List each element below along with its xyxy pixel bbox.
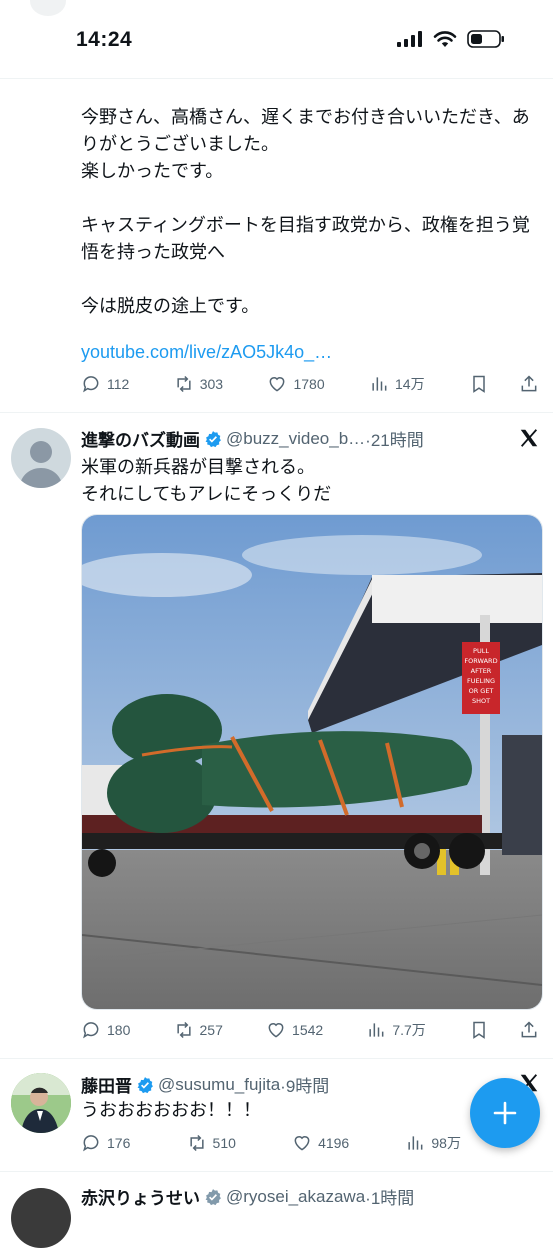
status-time: 14:24 xyxy=(76,28,133,51)
reply-count: 112 xyxy=(107,376,130,392)
reply-icon xyxy=(83,1022,99,1039)
like-icon xyxy=(294,1136,310,1151)
status-bar: 14:24 xyxy=(0,0,553,79)
tweet2-actions: 180 257 1542 7.7万 xyxy=(81,1018,539,1042)
views-button[interactable]: 98万 xyxy=(405,1133,461,1153)
timestamp[interactable]: ·9時間 xyxy=(280,1072,329,1097)
compose-plus-icon xyxy=(493,1101,517,1125)
compose-button[interactable] xyxy=(470,1078,540,1148)
avatar[interactable] xyxy=(11,428,71,488)
verified-icon xyxy=(205,430,221,447)
display-name[interactable]: 藤田晋 xyxy=(81,1072,132,1097)
views-button[interactable]: 7.7万 xyxy=(366,1020,426,1040)
tweet1-actions: 112 303 1780 14万 xyxy=(81,372,539,396)
verified-icon xyxy=(205,1188,221,1205)
timestamp[interactable]: ·1時間 xyxy=(365,1184,414,1209)
avatar[interactable] xyxy=(11,1188,71,1248)
x-logo-icon xyxy=(520,429,538,447)
timestamp[interactable]: ·21時間 xyxy=(365,426,424,451)
faded-header-icon xyxy=(30,0,66,16)
repost-icon xyxy=(189,1134,204,1152)
repost-button[interactable]: 257 xyxy=(174,1020,223,1040)
tweet2-text: 米軍の新兵器が目撃される。 それにしてもアレにそっくりだ xyxy=(81,457,332,505)
svg-text:OR GET: OR GET xyxy=(469,687,494,695)
tweet2-header: 進撃のバズ動画 @buzz_video_b… ·21時間 xyxy=(81,426,424,452)
battery-icon xyxy=(467,30,504,48)
handle[interactable]: @susumu_fujita xyxy=(158,1075,280,1095)
verified-icon xyxy=(137,1076,153,1093)
avatar[interactable] xyxy=(11,1073,71,1133)
views-icon xyxy=(372,377,387,391)
like-icon xyxy=(270,377,285,392)
sign-text: PULL xyxy=(473,647,489,655)
reply-button[interactable]: 180 xyxy=(81,1020,130,1040)
bookmark-icon[interactable] xyxy=(469,374,489,394)
like-count: 1542 xyxy=(292,1022,324,1038)
views-icon xyxy=(408,1136,423,1150)
share-icon[interactable] xyxy=(519,1020,539,1040)
tweet1-link[interactable]: youtube.com/live/zAO5Jk4o_… xyxy=(81,342,332,363)
divider xyxy=(0,1058,553,1059)
tweet4-header: 赤沢りょうせい @ryosei_akazawa ·1時間 xyxy=(81,1184,414,1210)
tweet3-header: 藤田晋 @susumu_fujita ·9時間 xyxy=(81,1072,329,1098)
like-button[interactable]: 1780 xyxy=(267,374,325,394)
reply-icon xyxy=(83,1135,99,1152)
like-icon xyxy=(268,1023,284,1038)
photo-avatar-icon xyxy=(11,1073,71,1133)
photo-truck-scene: PULL FORWARD AFTER FUELING OR GET SHOT xyxy=(82,515,542,1009)
svg-text:FORWARD: FORWARD xyxy=(464,657,497,665)
handle[interactable]: @buzz_video_b… xyxy=(226,429,365,449)
reply-count: 180 xyxy=(107,1022,131,1038)
tweet1-text: 今野さん、高橋さん、遅くまでお付き合いいただき、ありがとうございました。 楽しか… xyxy=(81,107,530,317)
repost-button[interactable]: 303 xyxy=(174,374,223,394)
wifi-icon xyxy=(433,31,457,47)
tweet3-text: うおおおおおお！！！ xyxy=(81,1100,261,1121)
views-count: 7.7万 xyxy=(392,1022,426,1038)
views-count: 98万 xyxy=(431,1135,461,1151)
repost-count: 303 xyxy=(199,376,224,392)
reply-icon xyxy=(83,376,99,393)
repost-icon xyxy=(176,1021,191,1039)
bookmark-icon[interactable] xyxy=(469,1020,489,1040)
display-name[interactable]: 赤沢りょうせい xyxy=(81,1184,200,1209)
display-name[interactable]: 進撃のバズ動画 xyxy=(81,426,200,451)
views-button[interactable]: 14万 xyxy=(369,374,425,394)
views-count: 14万 xyxy=(395,376,425,392)
signal-icon xyxy=(397,31,422,47)
repost-count: 257 xyxy=(199,1022,223,1038)
handle[interactable]: @ryosei_akazawa xyxy=(226,1187,365,1207)
svg-text:SHOT: SHOT xyxy=(472,697,490,705)
svg-text:FUELING: FUELING xyxy=(467,677,495,685)
divider xyxy=(0,412,553,413)
divider xyxy=(0,1171,553,1172)
reply-count: 176 xyxy=(107,1135,131,1151)
views-icon xyxy=(369,1023,384,1037)
share-icon[interactable] xyxy=(519,374,539,394)
system-icons xyxy=(397,30,505,48)
like-button[interactable]: 4196 xyxy=(292,1133,349,1153)
repost-button[interactable]: 510 xyxy=(187,1133,236,1153)
repost-icon xyxy=(177,375,191,393)
like-button[interactable]: 1542 xyxy=(266,1020,323,1040)
tweet3-actions: 176 510 4196 98万 xyxy=(81,1131,461,1155)
like-count: 4196 xyxy=(318,1135,350,1151)
like-count: 1780 xyxy=(293,376,325,392)
tweet2-photo[interactable]: PULL FORWARD AFTER FUELING OR GET SHOT xyxy=(81,514,543,1010)
reply-button[interactable]: 112 xyxy=(81,374,129,394)
repost-count: 510 xyxy=(212,1135,236,1151)
svg-text:AFTER: AFTER xyxy=(471,667,492,675)
reply-button[interactable]: 176 xyxy=(81,1133,130,1153)
default-avatar-icon xyxy=(19,441,63,488)
